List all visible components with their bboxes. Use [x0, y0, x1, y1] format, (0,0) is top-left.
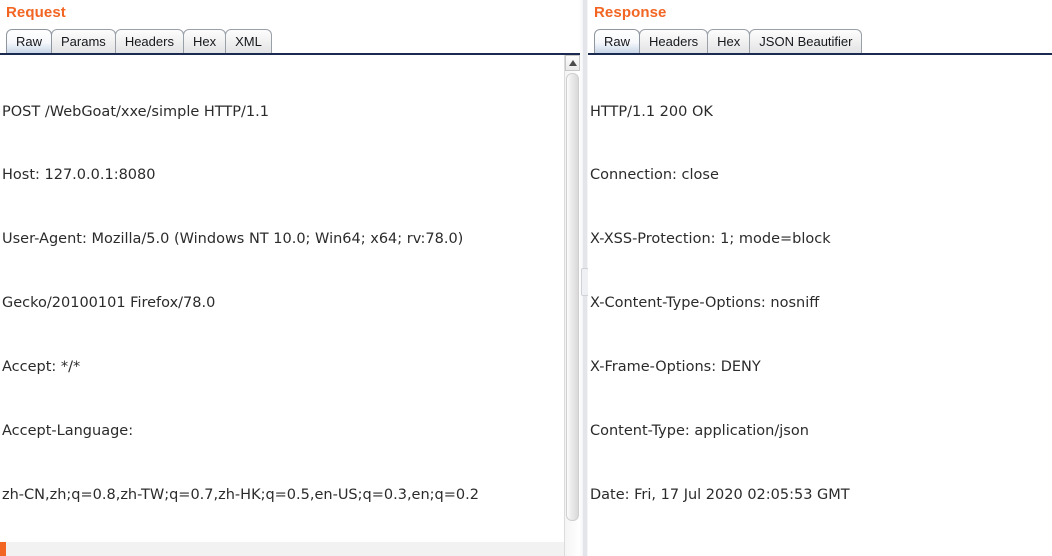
- response-tab-hex-label: Hex: [717, 34, 741, 49]
- response-line: Connection: close: [590, 167, 719, 184]
- response-panel-title: Response: [594, 4, 667, 21]
- request-raw-text[interactable]: POST /WebGoat/xxe/simple HTTP/1.1 Host: …: [0, 55, 580, 556]
- response-line: Date: Fri, 17 Jul 2020 02:05:53 GMT: [590, 486, 850, 503]
- response-tab-headers-label: Headers: [649, 34, 699, 49]
- http-request-response-viewer: Request Raw Params Headers Hex XML POST …: [0, 0, 1052, 556]
- request-line: User-Agent: Mozilla/5.0 (Windows NT 10.0…: [2, 231, 464, 248]
- request-bottom-strip: [6, 542, 564, 556]
- request-tab-hex[interactable]: Hex: [182, 29, 227, 53]
- response-line: X-Frame-Options: DENY: [590, 359, 761, 376]
- scroll-up-button[interactable]: [565, 55, 580, 71]
- response-tab-raw-label: Raw: [604, 34, 631, 49]
- panel-splitter[interactable]: [580, 0, 589, 556]
- request-line: Host: 127.0.0.1:8080: [2, 167, 156, 184]
- request-line: POST /WebGoat/xxe/simple HTTP/1.1: [2, 103, 269, 120]
- request-tab-params-label: Params: [61, 34, 106, 49]
- request-line: Accept-Language:: [2, 423, 134, 440]
- request-vertical-scrollbar[interactable]: [564, 55, 580, 556]
- response-tab-json-beautifier-label: JSON Beautifier: [759, 34, 853, 49]
- response-tab-headers[interactable]: Headers: [639, 29, 709, 53]
- response-tab-raw[interactable]: Raw: [594, 29, 641, 53]
- response-content: HTTP/1.1 200 OK Connection: close X-XSS-…: [588, 55, 1052, 556]
- request-tab-raw[interactable]: Raw: [6, 29, 53, 53]
- request-tab-xml-label: XML: [235, 34, 262, 49]
- response-panel: Response Raw Headers Hex JSON Beautifier…: [588, 0, 1052, 556]
- request-tab-hex-label: Hex: [192, 34, 217, 49]
- scroll-up-arrow-icon: [568, 60, 577, 66]
- request-line: Gecko/20100101 Firefox/78.0: [2, 295, 216, 312]
- request-line: Accept: */*: [2, 359, 81, 376]
- request-line: zh-CN,zh;q=0.8,zh-TW;q=0.7,zh-HK;q=0.5,e…: [2, 486, 479, 503]
- scroll-thumb[interactable]: [566, 73, 579, 521]
- request-tab-xml[interactable]: XML: [225, 29, 272, 53]
- response-line: X-XSS-Protection: 1; mode=block: [590, 231, 831, 248]
- response-tab-hex[interactable]: Hex: [707, 29, 751, 53]
- request-tab-params[interactable]: Params: [51, 29, 116, 53]
- request-tab-raw-label: Raw: [16, 34, 43, 49]
- request-tab-headers[interactable]: Headers: [114, 29, 184, 53]
- request-panel: Request Raw Params Headers Hex XML POST …: [0, 0, 580, 556]
- request-tab-headers-label: Headers: [124, 34, 174, 49]
- response-line: X-Content-Type-Options: nosniff: [590, 295, 820, 312]
- response-line: HTTP/1.1 200 OK: [590, 103, 713, 120]
- request-tabstrip: Raw Params Headers Hex XML: [0, 25, 580, 55]
- response-line: Content-Type: application/json: [590, 423, 809, 440]
- response-tab-json-beautifier[interactable]: JSON Beautifier: [749, 29, 863, 53]
- request-content: POST /WebGoat/xxe/simple HTTP/1.1 Host: …: [0, 55, 580, 556]
- request-panel-title: Request: [6, 4, 66, 21]
- text-caret-marker: [0, 542, 6, 556]
- response-raw-text[interactable]: HTTP/1.1 200 OK Connection: close X-XSS-…: [588, 55, 1052, 556]
- response-tabstrip: Raw Headers Hex JSON Beautifier: [588, 25, 1052, 55]
- response-line-blank: [590, 549, 1050, 556]
